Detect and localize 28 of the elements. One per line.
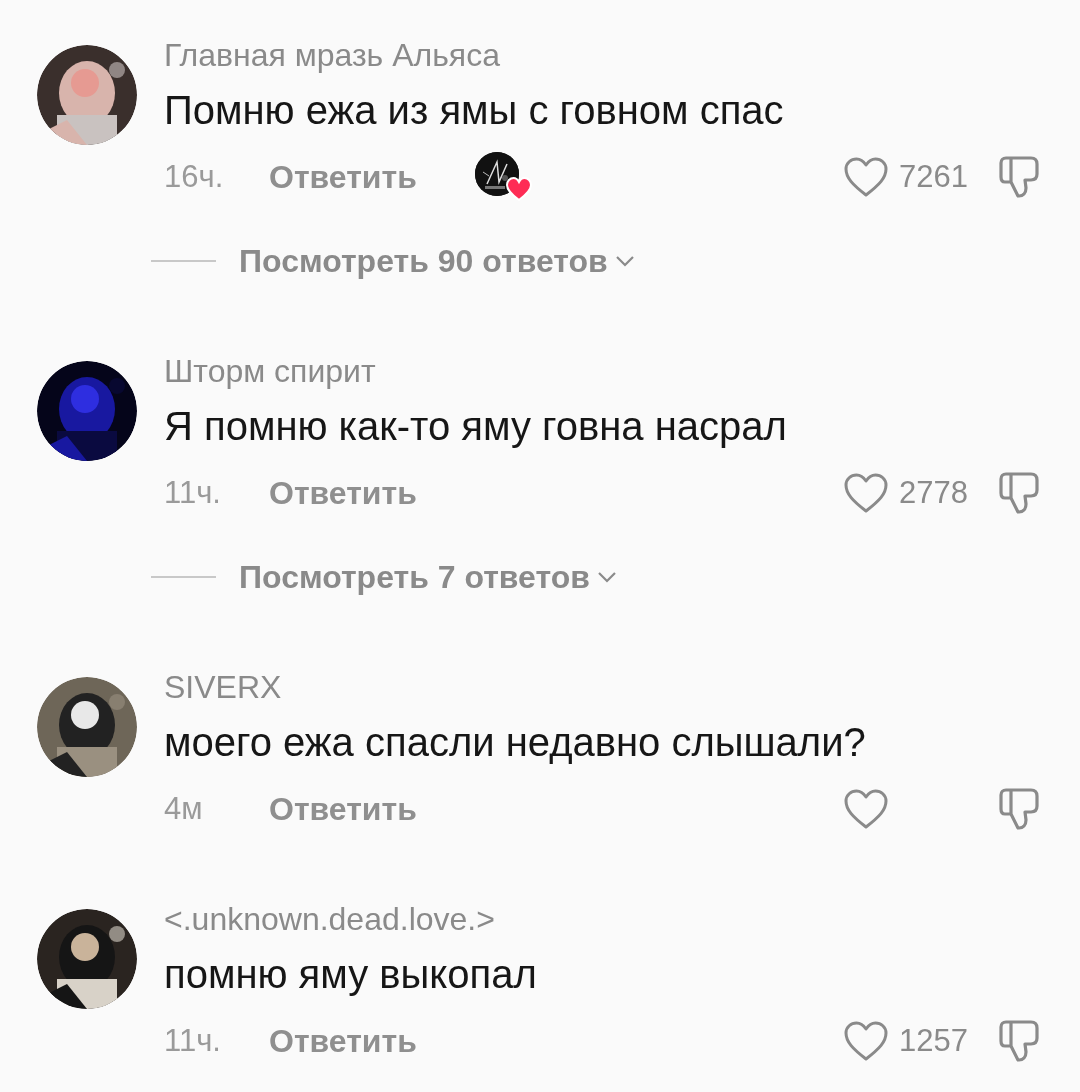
- username[interactable]: Шторм спирит: [164, 349, 1045, 393]
- username[interactable]: <.unknown.dead.love.>: [164, 897, 1045, 941]
- view-replies-button[interactable]: Посмотреть 7 ответов: [239, 558, 618, 596]
- reply-button[interactable]: Ответить: [269, 474, 417, 512]
- chevron-down-icon: [595, 570, 618, 584]
- comment-text: помню яму выкопал: [164, 951, 538, 998]
- comment-time: 11ч.: [164, 1023, 222, 1059]
- like-count: 1257: [899, 1023, 968, 1059]
- username[interactable]: Главная мразь Альяса: [164, 33, 1045, 77]
- like-count: 2778: [899, 475, 968, 511]
- heart-icon: [504, 176, 533, 202]
- comment-text: моего ежа спасли недавно слышали?: [164, 719, 867, 766]
- view-replies-button[interactable]: Посмотреть 90 ответов: [239, 242, 636, 280]
- reply-button[interactable]: Ответить: [269, 158, 417, 196]
- like-count: 7261: [899, 159, 968, 195]
- comment-time: 16ч.: [164, 159, 224, 195]
- username[interactable]: SIVERX: [164, 665, 1045, 709]
- comment-text: Помню ежа из ямы с говном спас: [164, 87, 785, 134]
- heart-icon[interactable]: [843, 472, 889, 514]
- heart-icon[interactable]: [843, 788, 889, 830]
- chevron-down-icon: [613, 254, 636, 268]
- comment-time: 4м: [164, 791, 204, 827]
- comment-time: 11ч.: [164, 475, 222, 511]
- comment-text: Я помню как-то яму говна насрал: [164, 403, 788, 450]
- reply-button[interactable]: Ответить: [269, 1022, 417, 1060]
- heart-icon[interactable]: [843, 156, 889, 198]
- reply-button[interactable]: Ответить: [269, 790, 417, 828]
- heart-icon[interactable]: [843, 1020, 889, 1062]
